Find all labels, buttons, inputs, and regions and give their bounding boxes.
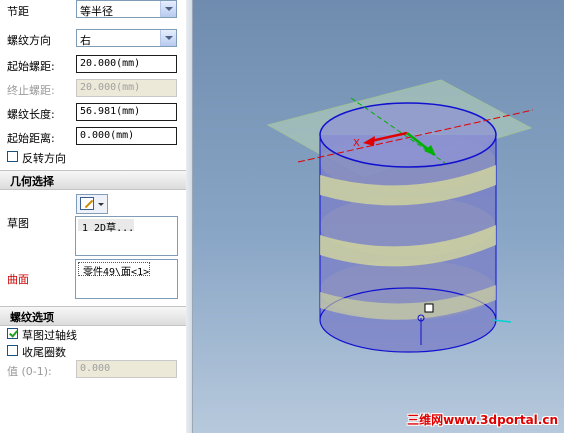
direction-value: 右 <box>80 34 91 47</box>
direction-dropdown[interactable]: 右 <box>76 29 177 47</box>
surface-list-item[interactable]: 零件49\面<1> <box>78 262 151 278</box>
sketch-select-button[interactable] <box>76 194 108 214</box>
thread-property-panel: 节距 等半径 螺纹方向 右 起始螺距: 20.000(mm) 终止螺距: 20.… <box>0 0 187 433</box>
through-axis-checkbox[interactable] <box>7 328 18 339</box>
reverse-row[interactable]: 反转方向 <box>0 148 186 168</box>
sketch-list-item[interactable]: 1 2D草... <box>78 219 135 234</box>
surface-label: 曲面 <box>7 273 29 286</box>
pitch-mode-label: 节距 <box>7 5 29 18</box>
start-distance-label: 起始距离: <box>7 132 55 145</box>
tail-turns-row[interactable]: 收尾圈数 <box>0 342 186 362</box>
chevron-down-icon[interactable] <box>98 203 104 206</box>
3d-viewport[interactable]: X 三维网www.3dportal.cn <box>193 0 564 433</box>
watermark: 三维网www.3dportal.cn <box>407 413 558 427</box>
reverse-label: 反转方向 <box>22 152 66 165</box>
start-pitch-input[interactable]: 20.000(mm) <box>76 55 177 73</box>
tail-value-input: 0.000 <box>76 360 177 378</box>
geometry-section-title: 几何选择 <box>10 175 54 188</box>
axis-label: X <box>353 138 360 149</box>
end-pitch-input: 20.000(mm) <box>76 79 177 97</box>
reverse-checkbox[interactable] <box>7 151 18 162</box>
thread-options-section-header[interactable]: 螺纹选项 <box>0 306 186 326</box>
tail-value-label: 值 (0-1): <box>7 365 52 378</box>
pitch-mode-dropdown[interactable]: 等半径 <box>76 0 177 18</box>
chevron-down-icon[interactable] <box>160 1 176 17</box>
sketch-label: 草图 <box>7 217 29 230</box>
end-pitch-row: 终止螺距: 20.000(mm) <box>0 79 186 99</box>
tail-turns-checkbox[interactable] <box>7 345 18 356</box>
start-distance-row: 起始距离: 0.000(mm) <box>0 127 186 147</box>
thread-options-title: 螺纹选项 <box>10 311 54 324</box>
chevron-down-icon[interactable] <box>160 30 176 46</box>
pitch-mode-row: 节距 等半径 <box>0 0 186 20</box>
sketch-list[interactable]: 1 2D草... <box>75 216 178 256</box>
sketch-edit-icon <box>80 197 94 210</box>
thread-model-view: X <box>266 79 534 353</box>
direction-row: 螺纹方向 右 <box>0 29 186 49</box>
start-distance-input[interactable]: 0.000(mm) <box>76 127 177 145</box>
direction-label: 螺纹方向 <box>7 34 51 47</box>
length-input[interactable]: 56.981(mm) <box>76 103 177 121</box>
through-axis-label: 草图过轴线 <box>22 329 77 342</box>
pitch-mode-value: 等半径 <box>80 5 113 18</box>
start-pitch-row: 起始螺距: 20.000(mm) <box>0 55 186 75</box>
end-pitch-label: 终止螺距: <box>7 84 55 97</box>
length-label: 螺纹长度: <box>7 108 55 121</box>
geometry-section-header[interactable]: 几何选择 <box>0 170 186 190</box>
surface-list[interactable]: 零件49\面<1> <box>75 259 178 299</box>
panel-splitter[interactable] <box>186 0 193 433</box>
cursor-icon <box>424 303 434 313</box>
tail-turns-label: 收尾圈数 <box>22 346 66 359</box>
length-row: 螺纹长度: 56.981(mm) <box>0 103 186 123</box>
start-pitch-label: 起始螺距: <box>7 60 55 73</box>
tail-value-row: 值 (0-1): 0.000 <box>0 360 186 380</box>
